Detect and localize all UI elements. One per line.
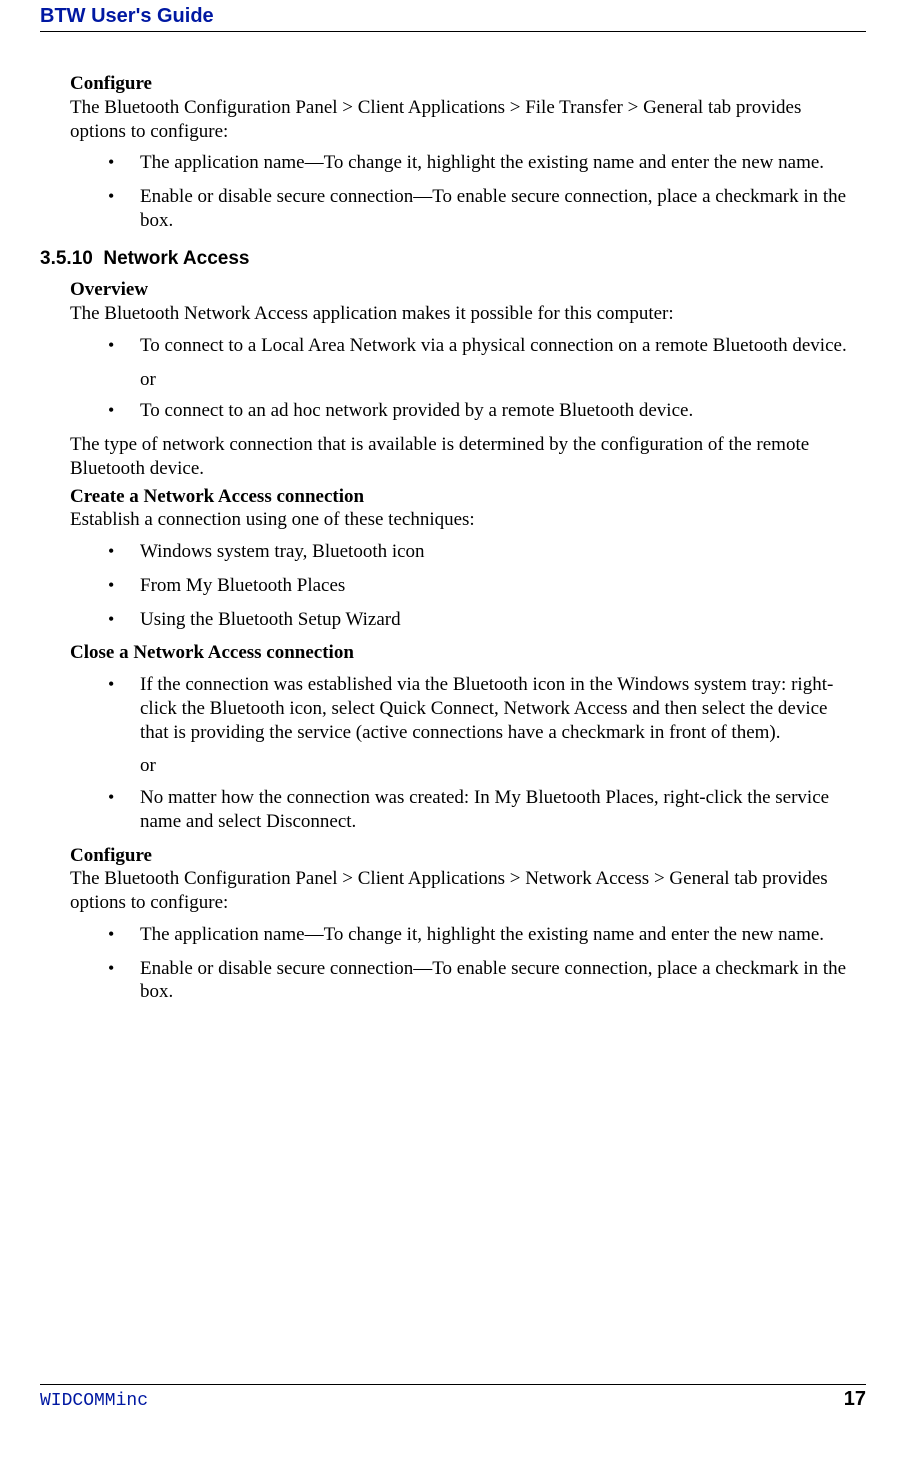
close-list-2: No matter how the connection was created… xyxy=(70,786,856,834)
configure2-list: The application name—To change it, highl… xyxy=(70,923,856,1004)
page: BTW User's Guide Configure The Bluetooth… xyxy=(0,0,906,1420)
section-title: Network Access xyxy=(103,248,249,269)
create-title: Create a Network Access connection xyxy=(70,485,856,509)
list-item: From My Bluetooth Places xyxy=(70,574,856,598)
list-item: To connect to a Local Area Network via a… xyxy=(70,334,856,358)
content-area: Configure The Bluetooth Configuration Pa… xyxy=(40,42,866,1004)
configure-list: The application name—To change it, highl… xyxy=(70,151,856,232)
close-title: Close a Network Access connection xyxy=(70,641,856,665)
configure2-intro: The Bluetooth Configuration Panel > Clie… xyxy=(70,867,856,915)
section-heading: 3.5.10 Network Access xyxy=(40,247,856,271)
header-divider xyxy=(40,31,866,32)
list-item: The application name—To change it, highl… xyxy=(70,923,856,947)
list-item: Enable or disable secure connection—To e… xyxy=(70,957,856,1005)
configure-intro: The Bluetooth Configuration Panel > Clie… xyxy=(70,96,856,144)
or-text: or xyxy=(70,754,856,778)
list-item: If the connection was established via th… xyxy=(70,673,856,744)
list-item: Windows system tray, Bluetooth icon xyxy=(70,540,856,564)
list-item: Enable or disable secure connection—To e… xyxy=(70,185,856,233)
footer-brand: WIDCOMMinc xyxy=(40,1390,148,1413)
list-item: Using the Bluetooth Setup Wizard xyxy=(70,608,856,632)
close-list: If the connection was established via th… xyxy=(70,673,856,744)
list-item: To connect to an ad hoc network provided… xyxy=(70,399,856,423)
list-item: The application name—To change it, highl… xyxy=(70,151,856,175)
header-title: BTW User's Guide xyxy=(40,0,866,29)
overview-title: Overview xyxy=(70,278,856,302)
page-number: 17 xyxy=(844,1387,866,1412)
overview-intro: The Bluetooth Network Access application… xyxy=(70,302,856,326)
configure2-title: Configure xyxy=(70,844,856,868)
overview-list-2: To connect to an ad hoc network provided… xyxy=(70,399,856,423)
overview-list: To connect to a Local Area Network via a… xyxy=(70,334,856,358)
configure-title: Configure xyxy=(70,72,856,96)
or-text: or xyxy=(70,368,856,392)
section-number: 3.5.10 xyxy=(40,248,93,269)
footer: WIDCOMMinc 17 xyxy=(40,1384,866,1413)
create-list: Windows system tray, Bluetooth icon From… xyxy=(70,540,856,631)
overview-tail: The type of network connection that is a… xyxy=(70,433,856,481)
footer-divider xyxy=(40,1384,866,1385)
list-item: No matter how the connection was created… xyxy=(70,786,856,834)
create-intro: Establish a connection using one of thes… xyxy=(70,508,856,532)
